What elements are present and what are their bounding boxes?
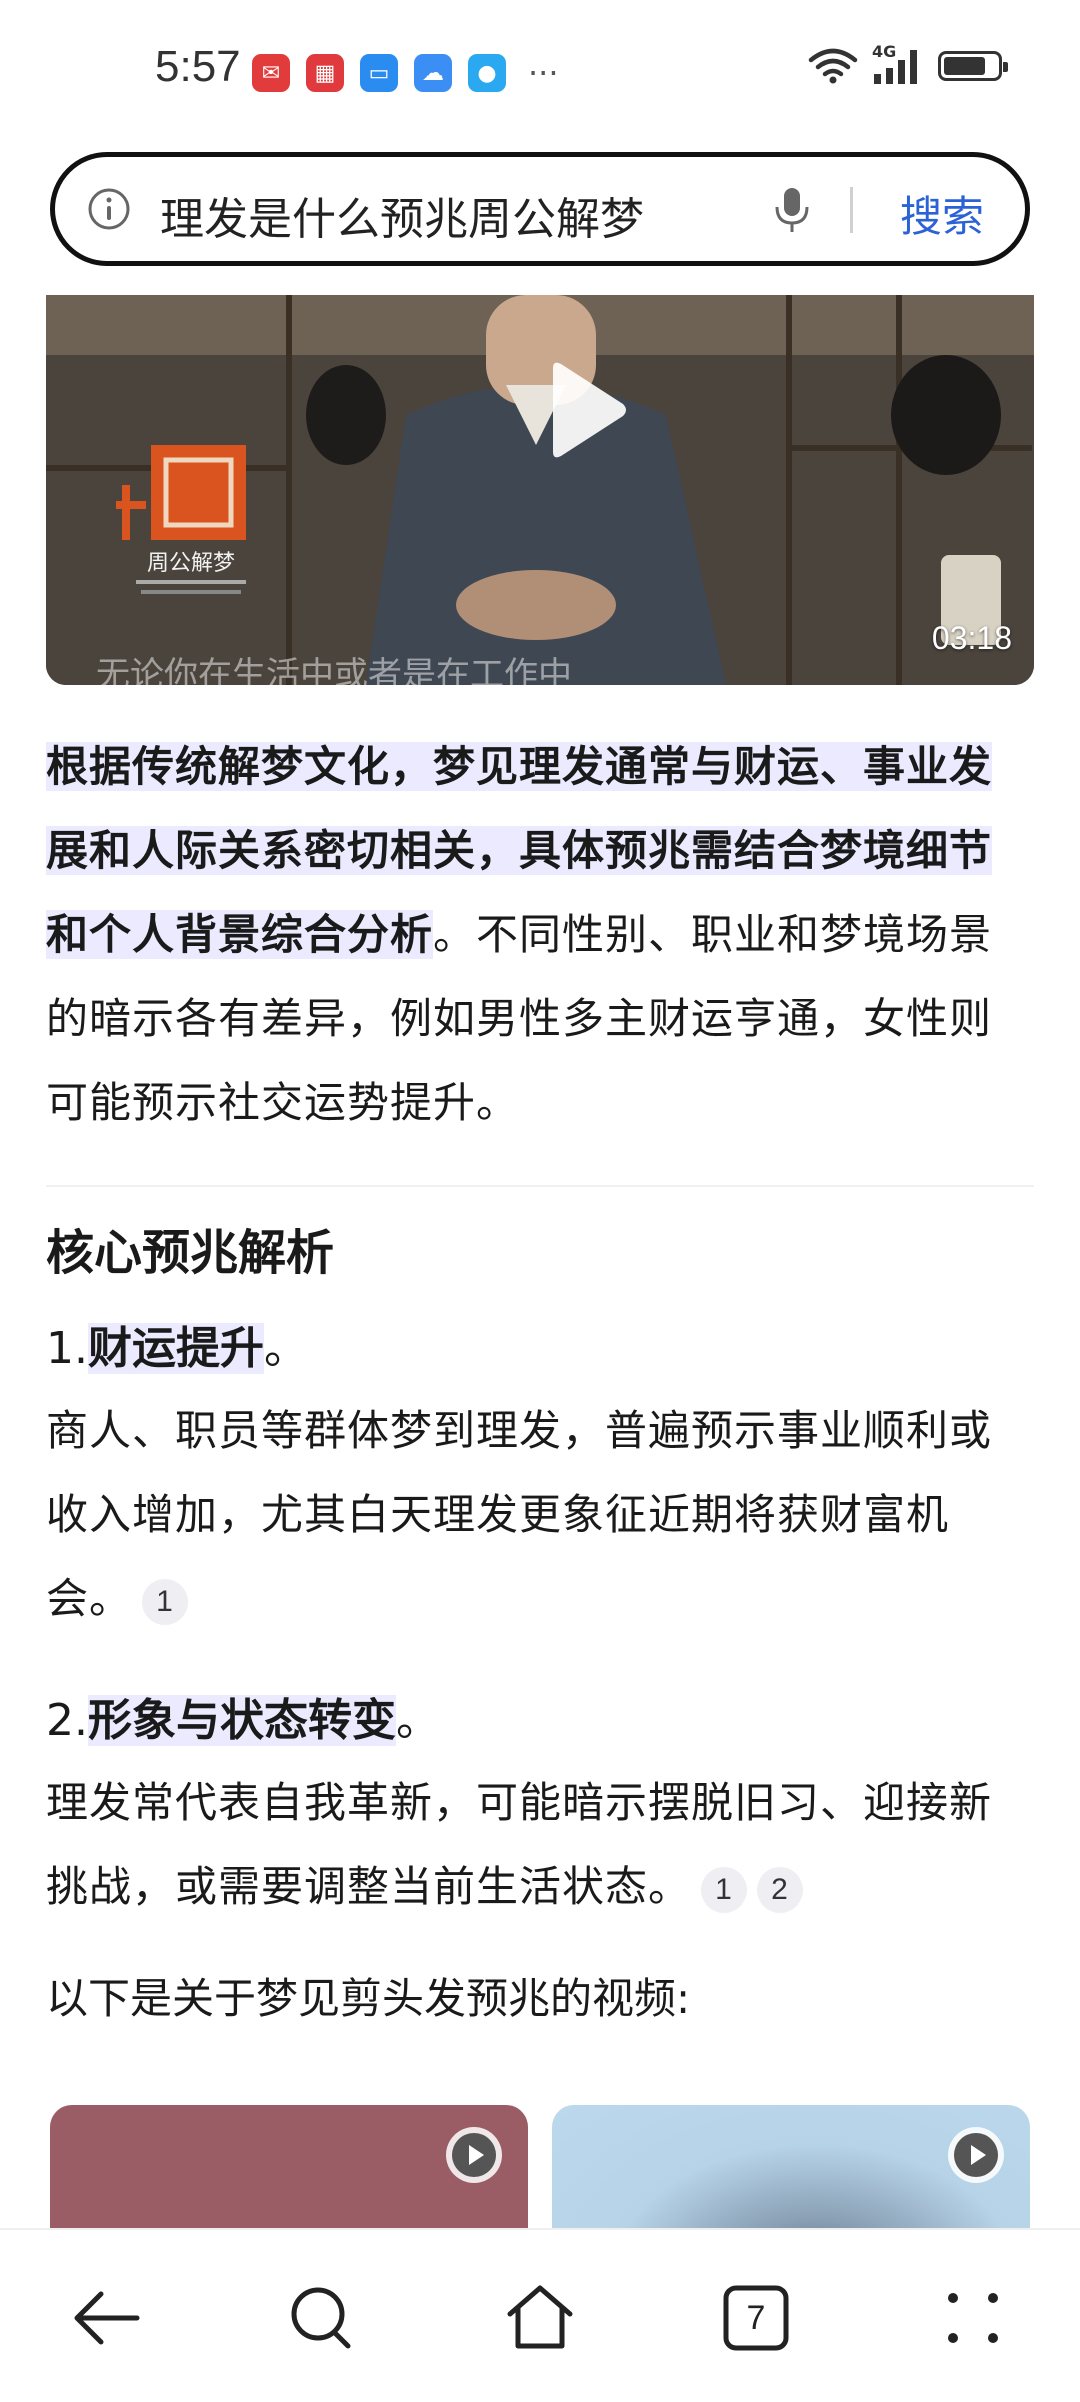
- logo-text: 周公解梦: [147, 551, 235, 576]
- video-duration: 03:18: [931, 620, 1012, 656]
- play-icon[interactable]: [543, 360, 629, 460]
- signal-strength: 4G: [872, 42, 924, 84]
- search-input[interactable]: 理发是什么预兆周公解梦: [160, 183, 644, 247]
- status-right: 4G: [808, 42, 1008, 84]
- battery-icon: [938, 51, 1008, 81]
- microphone-icon[interactable]: [770, 185, 814, 235]
- video-intro: 以下是关于梦见剪头发预兆的视频:: [46, 1974, 691, 2023]
- item-heading: 财运提升: [87, 1323, 264, 1374]
- tab-count: 7: [746, 2298, 766, 2337]
- search-bar[interactable]: 理发是什么预兆周公解梦 搜索: [50, 152, 1030, 266]
- answer-content: 根据传统解梦文化，梦见理发通常与财运、事业发展和人际关系密切相关，具体预兆需结合…: [46, 725, 1034, 2041]
- citation-badge[interactable]: 1: [142, 1578, 189, 1625]
- cloud-app-icon: ☁: [414, 54, 452, 92]
- bottom-navigation: 7: [0, 2228, 1080, 2402]
- info-icon[interactable]: [87, 187, 131, 231]
- channel-logo: 周公解梦: [116, 445, 266, 605]
- item-body-text: 商人、职员等群体梦到理发，普遍预示事业顺利或收入增加，尤其白天理发更象征近期将获…: [46, 1406, 993, 1623]
- item-body-1: 商人、职员等群体梦到理发，普遍预示事业顺利或收入增加，尤其白天理发更象征近期将获…: [46, 1389, 1034, 1641]
- item-number: 2.: [46, 1695, 88, 1746]
- item-title-2: 2.形象与状态转变。: [46, 1681, 1034, 1761]
- item-body-2: 理发常代表自我革新，可能暗示摆脱旧习、迎接新挑战，或需要调整当前生活状态。 1 2: [46, 1761, 1034, 1929]
- status-bar: 5:57 ✉ ▦ ▭ ☁ ● ··· 4G: [0, 0, 1080, 140]
- play-icon: [446, 2127, 502, 2183]
- signal-icon: [874, 50, 917, 84]
- battery-level: [944, 57, 985, 75]
- item-heading-end: 。: [263, 1323, 308, 1374]
- home-icon[interactable]: [500, 2278, 580, 2358]
- item-heading-end: 。: [395, 1695, 440, 1746]
- search-divider: [850, 187, 853, 233]
- tabs-button[interactable]: 7: [716, 2278, 796, 2358]
- section-title: 核心预兆解析: [46, 1225, 335, 1281]
- back-icon[interactable]: [67, 2278, 147, 2358]
- item-number: 1.: [46, 1323, 88, 1374]
- citation-badge[interactable]: 1: [701, 1866, 748, 1913]
- item-title-1: 1.财运提升。: [46, 1309, 1034, 1389]
- section-divider: [46, 1185, 1034, 1187]
- summary-paragraph: 根据传统解梦文化，梦见理发通常与财运、事业发展和人际关系密切相关，具体预兆需结合…: [46, 725, 1034, 1145]
- status-time: 5:57: [155, 42, 241, 91]
- red-app-icon: ▦: [306, 54, 344, 92]
- notification-icons: ✉ ▦ ▭ ☁ ● ···: [252, 54, 559, 92]
- item-body-text: 理发常代表自我革新，可能暗示摆脱旧习、迎接新挑战，或需要调整当前生活状态。: [46, 1778, 993, 1911]
- menu-icon[interactable]: [933, 2278, 1013, 2358]
- mail-app-icon: ✉: [252, 54, 290, 92]
- video-caption: 无论你在生活中或者是在工作中: [96, 655, 572, 685]
- citation-badge[interactable]: 2: [757, 1866, 804, 1913]
- video-player[interactable]: 周公解梦 无论你在生活中或者是在工作中 03:18: [46, 295, 1034, 685]
- search-button[interactable]: 搜索: [900, 183, 984, 244]
- item-heading: 形象与状态转变: [87, 1695, 396, 1746]
- more-notifications-icon: ···: [528, 54, 559, 92]
- chat-app-icon: ●: [468, 54, 506, 92]
- message-app-icon: ▭: [360, 54, 398, 92]
- search-icon[interactable]: [282, 2278, 362, 2358]
- wifi-icon: [808, 48, 858, 84]
- play-icon: [948, 2127, 1004, 2183]
